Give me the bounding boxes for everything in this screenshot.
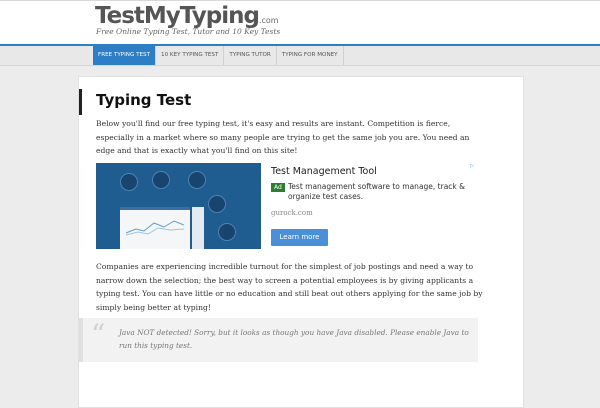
clipboard-icon [188,171,206,189]
ad-description: Test management software to manage, trac… [288,182,465,201]
ad-title[interactable]: Test Management Tool [271,166,377,177]
nav-list: FREE TYPING TEST 10 KEY TYPING TEST TYPI… [93,46,344,65]
nav-item-free-typing-test[interactable]: FREE TYPING TEST [93,46,157,65]
nav-item-typing-tutor[interactable]: TYPING TUTOR [224,46,277,65]
site-tagline: Free Online Typing Test, Tutor and 10 Ke… [96,27,281,36]
nav-item-10-key-typing-test[interactable]: 10 KEY TYPING TEST [156,46,225,65]
quote-icon: “ [91,318,106,351]
title-accent-bar [79,89,82,115]
ad-url[interactable]: gurock.com [271,209,313,217]
main-nav: FREE TYPING TEST 10 KEY TYPING TEST TYPI… [0,46,600,66]
site-logo[interactable]: TestMyTyping.com [95,3,279,29]
nav-item-typing-for-money[interactable]: TYPING FOR MONEY [277,46,344,65]
ad-choices-icon[interactable]: ▷ [470,163,476,169]
ad-badge: Ad [271,183,285,192]
ad-image[interactable] [96,163,261,249]
site-header: TestMyTyping.com Free Online Typing Test… [0,0,600,45]
intro-paragraph: Below you'll find our free typing test, … [96,119,470,155]
dashboard-sidebar-illustration [192,207,204,249]
chart-illustration [126,220,184,236]
java-notice: “ Java NOT detected! Sorry, but it looks… [79,318,478,362]
team-icon [218,223,236,241]
calendar-icon [120,173,138,191]
check-icon [208,195,226,213]
ad-banner[interactable]: Test Management Tool Ad Test management … [96,163,476,249]
learn-more-button[interactable]: Learn more [271,229,328,246]
body-paragraph: Companies are experiencing incredible tu… [96,262,483,312]
puzzle-icon [152,171,170,189]
java-notice-text: Java NOT detected! Sorry, but it looks a… [119,328,469,350]
page-title: Typing Test [96,91,192,109]
main-content: Typing Test Below you'll find our free t… [78,76,524,408]
